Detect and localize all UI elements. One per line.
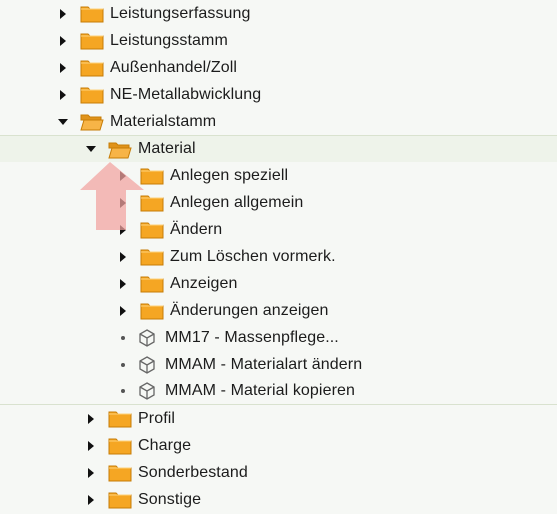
navigation-tree: Leistungserfassung Leistungsstamm Außenh… [0, 0, 557, 510]
tree-item-aendern[interactable]: Ändern [0, 216, 557, 243]
tree-item-label: Außenhandel/Zoll [110, 58, 238, 76]
tree-item-label: Anlegen speziell [170, 166, 289, 184]
tree-item-sonderbestand[interactable]: Sonderbestand [0, 459, 557, 486]
tree-item-label: MMAM - Material kopieren [165, 382, 356, 399]
folder-open-icon [108, 140, 132, 159]
tree-item-materialstamm[interactable]: Materialstamm [0, 108, 557, 135]
tree-item-zum-loeschen-vormerk[interactable]: Zum Löschen vormerk. [0, 243, 557, 270]
folder-icon [140, 220, 164, 239]
tree-item-label: NE-Metallabwicklung [110, 85, 262, 103]
triangle-right-icon[interactable] [118, 305, 128, 316]
tree-item-sonstige[interactable]: Sonstige [0, 486, 557, 513]
triangle-right-icon[interactable] [118, 170, 128, 181]
folder-icon [108, 463, 132, 482]
transaction-cube-icon [137, 355, 157, 375]
tree-item-label: Zum Löschen vormerk. [170, 247, 336, 265]
transaction-cube-icon [137, 381, 157, 401]
tree-item-label: Charge [138, 436, 192, 454]
triangle-right-icon[interactable] [86, 413, 96, 424]
tree-item-label: Sonstige [138, 490, 202, 508]
bullet-icon [121, 335, 125, 340]
bullet-icon [121, 362, 125, 367]
tree-item-mmam-kopieren[interactable]: MMAM - Material kopieren [0, 378, 557, 405]
tree-item-mm17[interactable]: MM17 - Massenpflege... [0, 324, 557, 351]
triangle-right-icon[interactable] [86, 494, 96, 505]
tree-item-label: Material [138, 140, 196, 157]
folder-icon [80, 58, 104, 77]
tree-item-leistungsstamm[interactable]: Leistungsstamm [0, 27, 557, 54]
triangle-down-icon[interactable] [58, 117, 68, 127]
folder-open-icon [80, 112, 104, 131]
triangle-right-icon[interactable] [118, 251, 128, 262]
folder-icon [108, 490, 132, 509]
folder-icon [108, 409, 132, 428]
bullet-icon [121, 389, 125, 393]
tree-item-aenderungen-anzeigen[interactable]: Änderungen anzeigen [0, 297, 557, 324]
triangle-right-icon[interactable] [58, 35, 68, 46]
transaction-cube-icon [137, 328, 157, 348]
triangle-right-icon[interactable] [58, 89, 68, 100]
tree-item-charge[interactable]: Charge [0, 432, 557, 459]
folder-icon [140, 247, 164, 266]
tree-item-label: Leistungserfassung [110, 4, 251, 22]
folder-icon [140, 274, 164, 293]
tree-item-label: Sonderbestand [138, 463, 248, 481]
tree-item-label: Leistungsstamm [110, 31, 228, 49]
tree-item-label: Profil [138, 409, 176, 427]
folder-icon [140, 301, 164, 320]
tree-item-mmam-materialart[interactable]: MMAM - Materialart ändern [0, 351, 557, 378]
tree-item-ne-metallabwicklung[interactable]: NE-Metallabwicklung [0, 81, 557, 108]
folder-icon [140, 193, 164, 212]
tree-item-material[interactable]: Material [0, 135, 557, 162]
tree-item-label: Ändern [170, 220, 223, 238]
tree-item-label: Anzeigen [170, 274, 238, 292]
triangle-down-icon[interactable] [86, 144, 96, 154]
tree-item-label: Änderungen anzeigen [170, 301, 329, 319]
folder-icon [140, 166, 164, 185]
tree-item-label: Materialstamm [110, 112, 217, 130]
tree-item-leistungserfassung[interactable]: Leistungserfassung [0, 0, 557, 27]
tree-item-label: Anlegen allgemein [170, 193, 304, 211]
triangle-right-icon[interactable] [58, 8, 68, 19]
folder-icon [108, 436, 132, 455]
tree-item-label: MMAM - Materialart ändern [165, 355, 363, 373]
tree-item-profil[interactable]: Profil [0, 405, 557, 432]
tree-item-anlegen-speziell[interactable]: Anlegen speziell [0, 162, 557, 189]
folder-icon [80, 31, 104, 50]
folder-icon [80, 4, 104, 23]
tree-item-anzeigen[interactable]: Anzeigen [0, 270, 557, 297]
triangle-right-icon[interactable] [86, 440, 96, 451]
triangle-right-icon[interactable] [118, 197, 128, 208]
folder-icon [80, 85, 104, 104]
triangle-right-icon[interactable] [86, 467, 96, 478]
triangle-right-icon[interactable] [118, 224, 128, 235]
tree-item-anlegen-allgemein[interactable]: Anlegen allgemein [0, 189, 557, 216]
triangle-right-icon[interactable] [118, 278, 128, 289]
triangle-right-icon[interactable] [58, 62, 68, 73]
tree-item-label: MM17 - Massenpflege... [165, 328, 339, 346]
tree-item-aussenhandel-zoll[interactable]: Außenhandel/Zoll [0, 54, 557, 81]
